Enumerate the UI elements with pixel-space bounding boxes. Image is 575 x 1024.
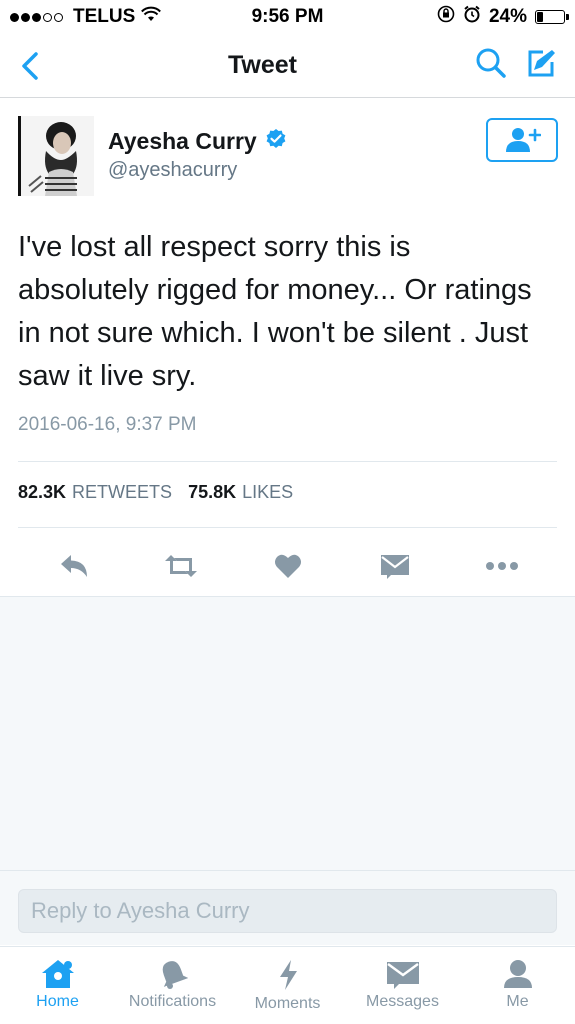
tab-messages[interactable]: Messages — [345, 947, 460, 1024]
more-button[interactable] — [448, 553, 555, 579]
user-info[interactable]: Ayesha Curry @ayeshacurry — [108, 116, 287, 196]
tab-notifications[interactable]: Notifications — [115, 947, 230, 1024]
tab-me[interactable]: Me — [460, 947, 575, 1024]
direct-message-icon — [380, 555, 409, 579]
user-handle: @ayeshacurry — [108, 159, 238, 181]
retweet-icon — [164, 555, 197, 577]
add-user-icon — [506, 128, 541, 152]
battery-icon — [535, 10, 569, 24]
status-left: TELUS — [10, 6, 210, 28]
direct-message-button[interactable] — [341, 553, 448, 579]
search-button[interactable] — [475, 47, 507, 84]
alarm-icon — [463, 5, 481, 29]
signal-strength-icon — [10, 12, 63, 22]
nav-actions — [465, 47, 575, 84]
tab-label: Home — [36, 993, 79, 1010]
like-icon — [274, 554, 301, 578]
chevron-left-icon — [22, 51, 38, 80]
tweet-stats: 82.3K RETWEETS 75.8K LIKES — [18, 482, 303, 503]
tab-label: Moments — [254, 995, 321, 1012]
reply-button[interactable] — [20, 553, 127, 579]
notifications-icon — [162, 961, 188, 989]
tab-label: Me — [506, 993, 529, 1010]
home-icon — [41, 960, 74, 988]
me-icon — [503, 960, 532, 988]
tab-home[interactable]: Home — [0, 947, 115, 1024]
tweet-action-bar — [0, 538, 575, 594]
tab-moments[interactable]: Moments — [230, 947, 345, 1024]
tweet-header: Ayesha Curry @ayeshacurry — [18, 116, 558, 196]
moments-icon — [279, 960, 297, 990]
display-name[interactable]: Ayesha Curry — [108, 128, 257, 155]
search-icon — [476, 48, 506, 78]
reply-input[interactable]: Reply to Ayesha Curry — [18, 889, 557, 933]
tweet-timestamp: 2016-06-16, 9:37 PM — [18, 414, 197, 435]
status-right: 24% — [365, 5, 569, 29]
follow-button[interactable] — [486, 118, 558, 162]
compose-button[interactable] — [525, 47, 557, 84]
like-button[interactable] — [234, 553, 341, 579]
reply-icon — [60, 555, 87, 577]
back-button[interactable] — [0, 34, 60, 98]
status-bar: TELUS 9:56 PM 24% — [0, 0, 575, 34]
likes-count[interactable]: 75.8K — [188, 482, 236, 503]
likes-label[interactable]: LIKES — [242, 482, 293, 503]
orientation-lock-icon — [437, 5, 455, 29]
battery-percent: 24% — [488, 6, 527, 27]
divider — [18, 461, 557, 462]
verified-badge-icon — [265, 128, 287, 155]
wifi-icon — [141, 6, 162, 28]
avatar[interactable] — [18, 116, 94, 196]
navigation-bar: Tweet — [0, 34, 575, 98]
tweet-text: I've lost all respect sorry this is abso… — [18, 231, 532, 392]
retweets-count[interactable]: 82.3K — [18, 482, 66, 503]
name-row: Ayesha Curry — [108, 128, 287, 155]
messages-icon — [386, 962, 419, 989]
reply-bar: Reply to Ayesha Curry — [0, 870, 575, 945]
status-time: 9:56 PM — [251, 6, 324, 27]
carrier-name: TELUS — [73, 6, 136, 27]
divider — [18, 527, 557, 528]
tab-bar: Home Notifications Moments Messages Me — [0, 946, 575, 1024]
replies-area — [0, 596, 575, 871]
more-icon — [485, 562, 518, 570]
retweets-label[interactable]: RETWEETS — [72, 482, 172, 503]
tab-label: Messages — [366, 993, 439, 1010]
compose-icon — [528, 50, 555, 77]
page-title: Tweet — [228, 51, 297, 79]
retweet-button[interactable] — [127, 553, 234, 579]
tab-label: Notifications — [128, 993, 217, 1010]
